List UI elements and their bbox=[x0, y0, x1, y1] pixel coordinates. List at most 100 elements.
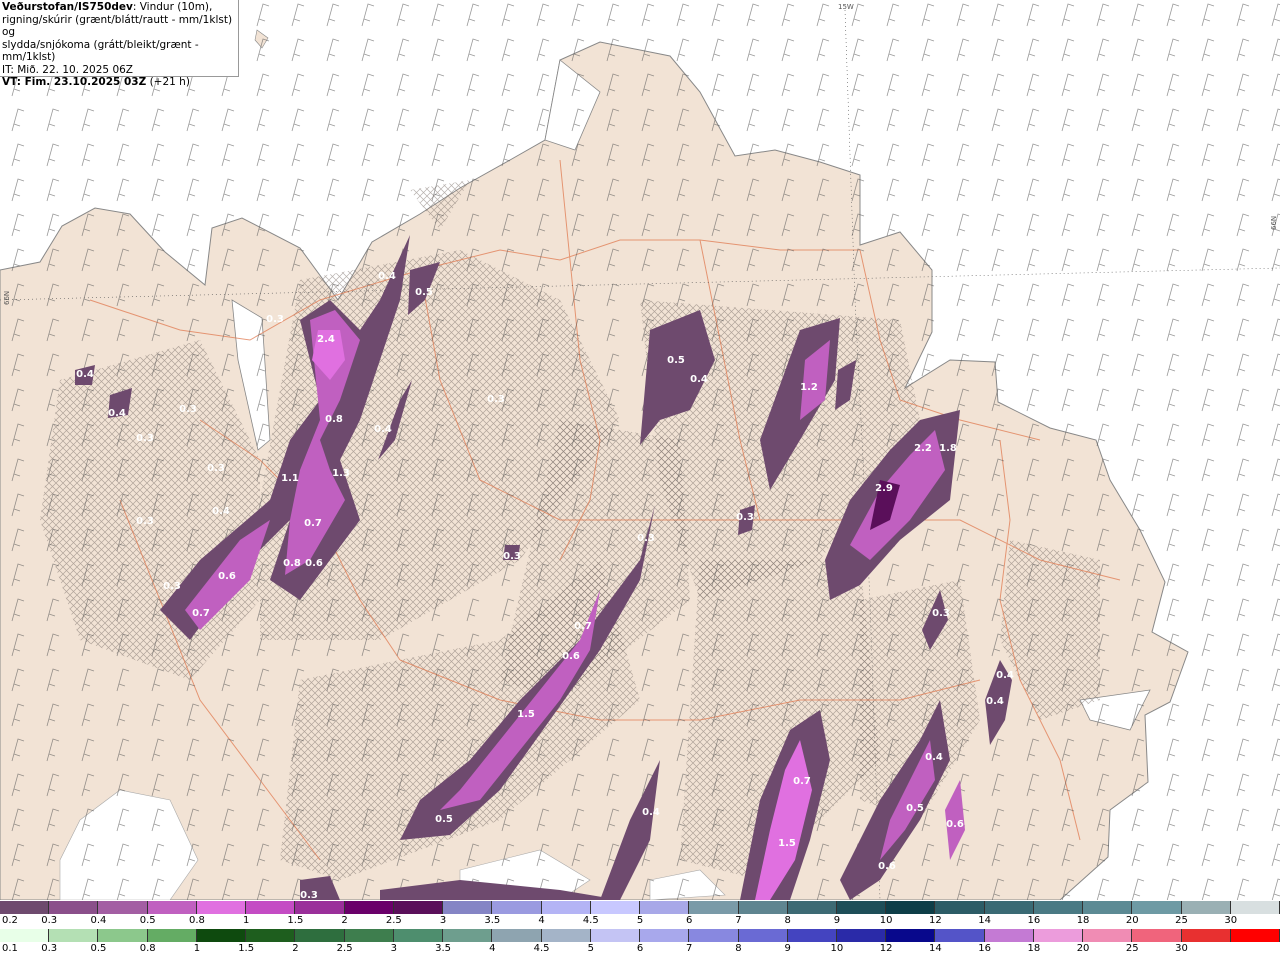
map-value: 0.4 bbox=[925, 752, 943, 763]
colorbar-label: 12 bbox=[879, 943, 893, 954]
colorbar-swatch bbox=[393, 929, 444, 942]
map-value: 2.4 bbox=[317, 334, 335, 345]
map-value: 0.3 bbox=[136, 516, 154, 527]
colorbar-label: 30 bbox=[1175, 943, 1188, 954]
colorbar-rain: 0.1 0.3 0.5 0.8 1 1.5 2 2.5 3 3.5 4 4.5 5 6 7 8 9 10 12 14 1… bbox=[0, 929, 1280, 957]
colorbar-swatch bbox=[689, 901, 739, 914]
colorbar-label: 25 bbox=[1175, 915, 1188, 926]
colorbar-swatch bbox=[1181, 901, 1231, 914]
colorbar-swatch bbox=[689, 929, 739, 942]
colorbar-label: 4 bbox=[538, 915, 545, 926]
map-value: 0.7 bbox=[192, 608, 210, 619]
colorbar-label: 7 bbox=[686, 943, 693, 954]
colorbar-label: 0.8 bbox=[139, 943, 156, 954]
map-value: 1.3 bbox=[332, 468, 350, 479]
colorbar-label: 4.5 bbox=[533, 943, 550, 954]
colorbar-label: 0.5 bbox=[139, 915, 156, 926]
valid-time-main: VT: Fim. 23.10.2025 03Z bbox=[2, 76, 147, 88]
colorbar-label: 7 bbox=[735, 915, 742, 926]
map-value: 0.6 bbox=[305, 558, 323, 569]
colorbar-swatch bbox=[344, 929, 394, 942]
colorbar-swatch bbox=[49, 929, 99, 942]
colorbar-label: 0.2 bbox=[2, 915, 18, 926]
colorbar-swatch bbox=[541, 901, 591, 914]
colorbar-swatch bbox=[147, 929, 197, 942]
colorbar-label: 4 bbox=[489, 943, 496, 954]
map-value: 0.4 bbox=[996, 670, 1014, 681]
colorbar-swatch bbox=[443, 929, 493, 942]
weather-map[interactable]: 2.4 0.3 0.4 0.5 0.8 0.4 1.3 1.1 0.7 0.8 … bbox=[0, 0, 1280, 900]
colorbar-swatch bbox=[295, 901, 345, 914]
colorbar-label: 2 bbox=[292, 943, 299, 954]
init-time: IT: Mið. 22. 10. 2025 06Z bbox=[2, 63, 133, 76]
colorbar-label: 3 bbox=[390, 943, 398, 954]
colorbar-label: 18 bbox=[1076, 915, 1090, 926]
map-value: 0.4 bbox=[986, 696, 1004, 707]
desc-line: slydda/snjókoma (grátt/bleikt/grænt - mm… bbox=[2, 38, 199, 64]
colorbar-label: 10 bbox=[879, 915, 893, 926]
colorbar-label: 25 bbox=[1125, 943, 1139, 954]
map-value: 0.6 bbox=[562, 651, 580, 662]
colorbar-swatch bbox=[1132, 901, 1182, 914]
colorbar-swatch bbox=[541, 929, 591, 942]
longitude-label: 15W bbox=[838, 3, 854, 11]
colorbar-swatch bbox=[590, 901, 641, 914]
map-value: 0.3 bbox=[300, 890, 318, 900]
map-value: 0.6 bbox=[878, 861, 896, 872]
map-value: 0.3 bbox=[932, 608, 950, 619]
map-value: 1.2 bbox=[800, 382, 818, 393]
colorbar-swatch bbox=[1181, 929, 1231, 942]
desc-line: : Vindur (10m), bbox=[132, 1, 213, 13]
map-value: 2.9 bbox=[875, 483, 893, 494]
map-value: 0.4 bbox=[690, 374, 708, 385]
colorbar-label: 5 bbox=[636, 915, 644, 926]
colorbar-label: 2 bbox=[341, 915, 348, 926]
colorbar-label: 2.5 bbox=[336, 943, 353, 954]
map-value: 0.8 bbox=[325, 414, 343, 425]
colorbar-swatch bbox=[1083, 929, 1133, 942]
colorbar-swatch bbox=[836, 901, 887, 914]
colorbar-label: 0.3 bbox=[41, 915, 58, 926]
map-value: 0.8 bbox=[283, 558, 301, 569]
colorbar-label: 6 bbox=[686, 915, 693, 926]
colorbar-label: 16 bbox=[978, 943, 991, 954]
map-value: 0.3 bbox=[163, 581, 181, 592]
colorbar-swatch bbox=[492, 929, 542, 942]
map-value: 0.3 bbox=[736, 512, 754, 523]
colorbar-swatch bbox=[640, 901, 690, 914]
colorbar-swatch bbox=[98, 929, 148, 942]
map-value: 0.7 bbox=[574, 621, 592, 632]
colorbar-label: 10 bbox=[830, 943, 844, 954]
colorbar-label: 1 bbox=[193, 943, 201, 954]
map-value: 0.3 bbox=[487, 394, 505, 405]
colorbar-label: 9 bbox=[784, 943, 791, 954]
colorbar-swatch bbox=[1230, 901, 1280, 914]
valid-time: VT: Fim. 23.10.2025 03Z (+21 h) bbox=[2, 76, 236, 89]
map-value: 0.5 bbox=[435, 814, 453, 825]
colorbar-swatch bbox=[1033, 901, 1084, 914]
colorbar-swatch bbox=[98, 901, 148, 914]
colorbar-swatch bbox=[0, 929, 50, 942]
colorbar-swatch bbox=[1083, 901, 1133, 914]
colorbar-swatch bbox=[147, 901, 197, 914]
map-value: 0.3 bbox=[266, 314, 284, 325]
colorbar-label: 0.4 bbox=[90, 915, 107, 926]
colorbar-label: 0.1 bbox=[2, 943, 18, 954]
colorbar-swatch bbox=[344, 901, 394, 914]
colorbar-swatch bbox=[295, 929, 345, 942]
map-value: 0.4 bbox=[108, 408, 126, 419]
map-value: 1.8 bbox=[939, 443, 957, 454]
map-value: 1.1 bbox=[281, 473, 299, 484]
map-value: 2.2 bbox=[914, 443, 932, 454]
colorbar-label: 0.5 bbox=[90, 943, 107, 954]
colorbar-snow: 0.2 0.3 0.4 0.5 0.8 1 1.5 2 2.5 3 3.5 4 4.5 5 6 7 8 9 10 12… bbox=[0, 901, 1280, 929]
colorbar-label: 9 bbox=[833, 915, 841, 926]
colorbar-swatch bbox=[393, 901, 444, 914]
source-name: Veðurstofan/IS750dev bbox=[2, 1, 133, 13]
colorbar-label: 4.5 bbox=[582, 915, 599, 926]
map-value: 0.4 bbox=[378, 271, 396, 282]
colorbar-swatch bbox=[49, 901, 99, 914]
map-value: 0.7 bbox=[793, 776, 811, 787]
colorbar-swatch bbox=[1033, 929, 1084, 942]
colorbar-label: 1 bbox=[242, 915, 250, 926]
